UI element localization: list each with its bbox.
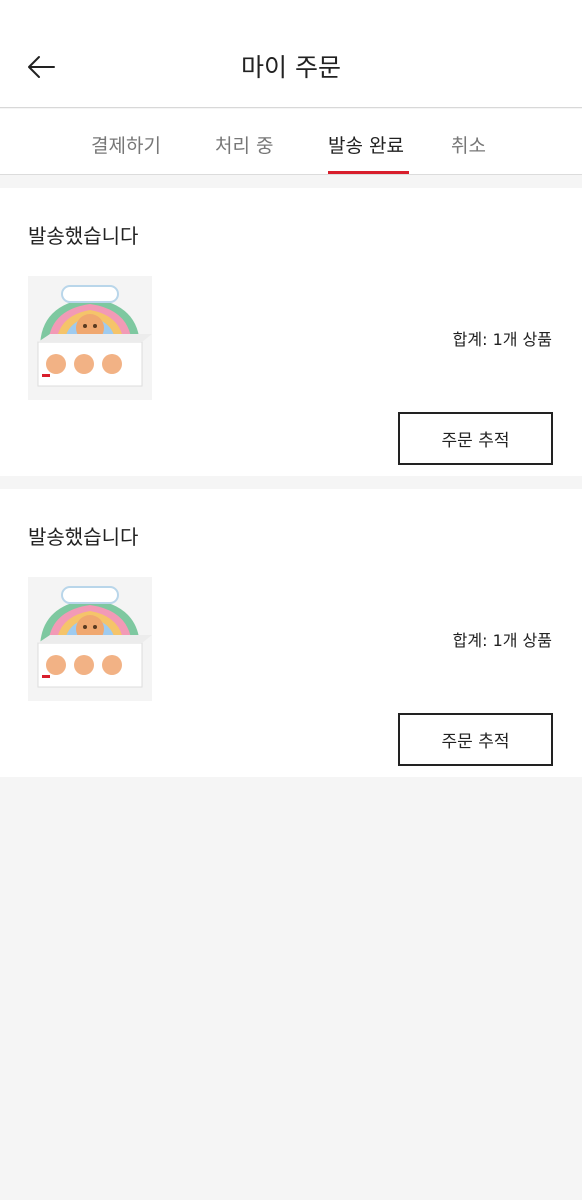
tab-processing[interactable]: 처리 중 xyxy=(215,131,273,158)
order-card: 발송했습니다 합계: 1개 상품 주문 추적 xyxy=(0,188,582,476)
order-status-text: 발송했습니다 xyxy=(28,525,139,549)
tab-shipped[interactable]: 발송 완료 xyxy=(328,131,404,158)
track-order-button[interactable]: 주문 추적 xyxy=(398,412,553,465)
order-card: 발송했습니다 합계: 1개 상품 주문 추적 xyxy=(0,489,582,777)
order-status-text: 발송했습니다 xyxy=(28,224,139,248)
product-image xyxy=(28,577,152,701)
active-tab-indicator xyxy=(328,171,409,174)
page-title: 마이 주문 xyxy=(241,53,341,82)
product-image xyxy=(28,276,152,400)
product-thumbnail[interactable] xyxy=(28,276,152,400)
tab-cancelled[interactable]: 취소 xyxy=(451,131,486,158)
order-status-tabs: 결제하기 처리 중 발송 완료 취소 xyxy=(0,109,582,175)
tab-payment[interactable]: 결제하기 xyxy=(91,131,161,158)
order-summary: 합계: 1개 상품 xyxy=(452,631,552,650)
track-order-button[interactable]: 주문 추적 xyxy=(398,713,553,766)
top-app-bar: 마이 주문 xyxy=(0,0,582,108)
product-thumbnail[interactable] xyxy=(28,577,152,701)
order-summary: 합계: 1개 상품 xyxy=(452,330,552,349)
